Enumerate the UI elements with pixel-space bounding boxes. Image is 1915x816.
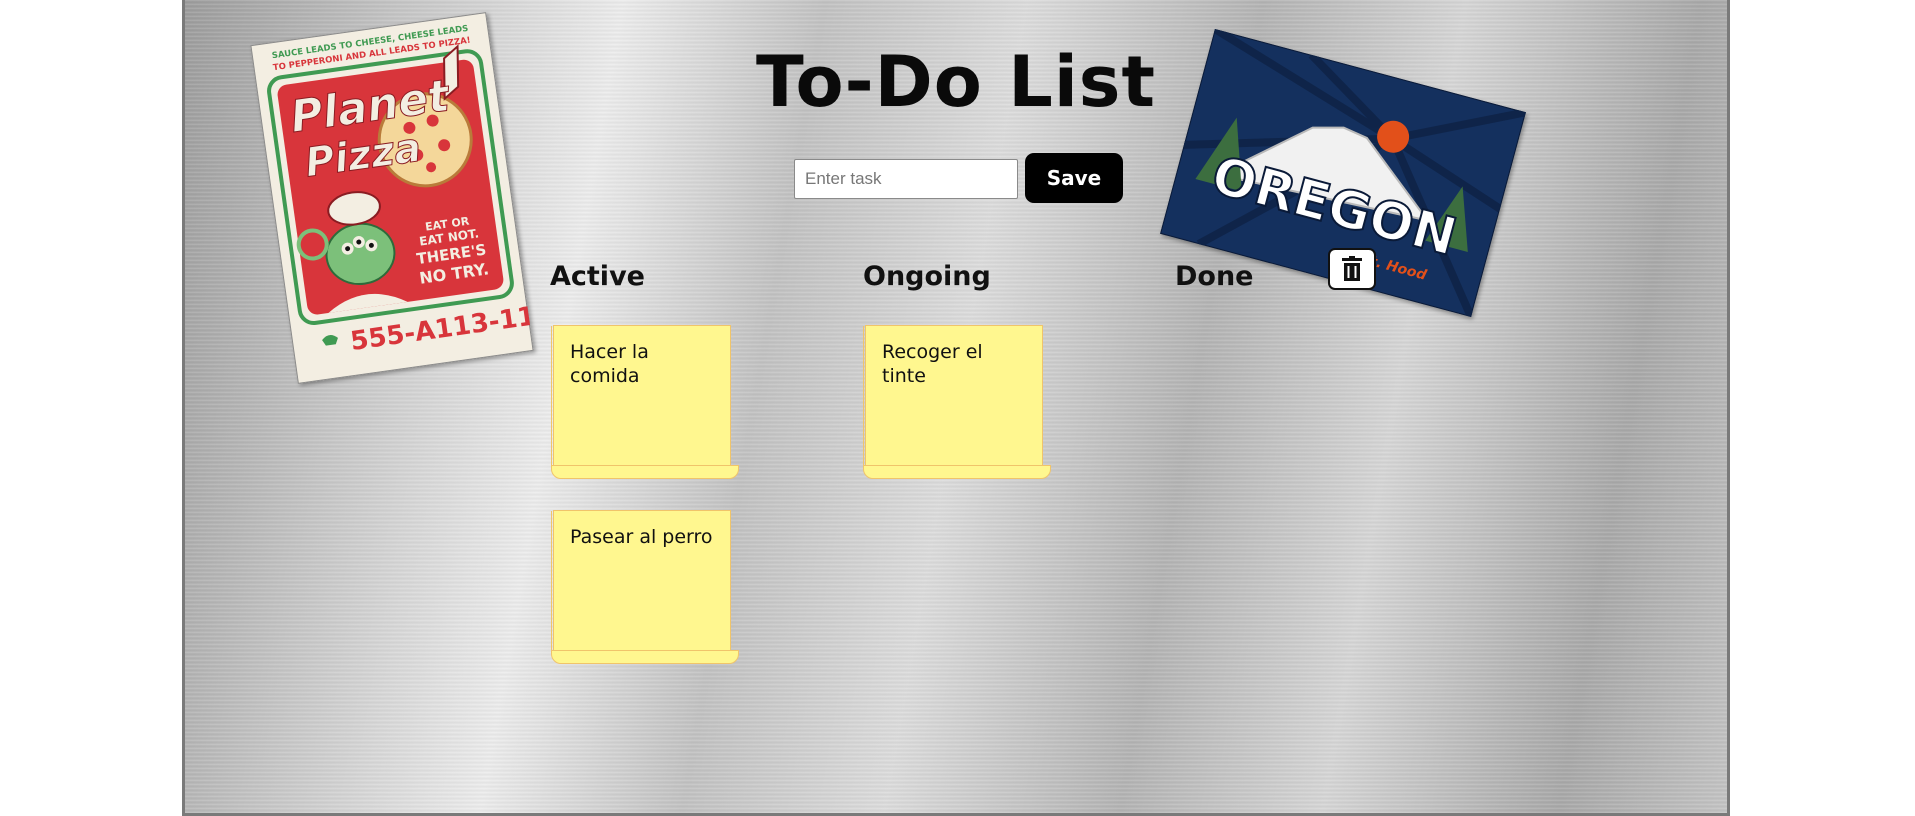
task-note-text: Hacer la comida: [570, 341, 649, 387]
task-input[interactable]: [794, 159, 1018, 199]
save-button[interactable]: Save: [1025, 153, 1123, 203]
column-title-done: Done: [1175, 261, 1254, 292]
trash-icon: [1342, 256, 1362, 281]
column-title-active: Active: [550, 261, 645, 292]
column-title-ongoing: Ongoing: [863, 261, 991, 292]
task-note[interactable]: Hacer la comida: [551, 325, 739, 479]
task-note[interactable]: Recoger el tinte: [863, 325, 1051, 479]
task-note-text: Pasear al perro: [570, 526, 713, 548]
page-title: To-Do List: [756, 41, 1156, 123]
task-note[interactable]: Pasear al perro: [551, 510, 739, 664]
delete-button[interactable]: [1328, 248, 1376, 290]
task-note-text: Recoger el tinte: [882, 341, 983, 387]
fridge-board: SAUCE LEADS TO CHEESE, CHEESE LEADS TO P…: [182, 0, 1730, 816]
